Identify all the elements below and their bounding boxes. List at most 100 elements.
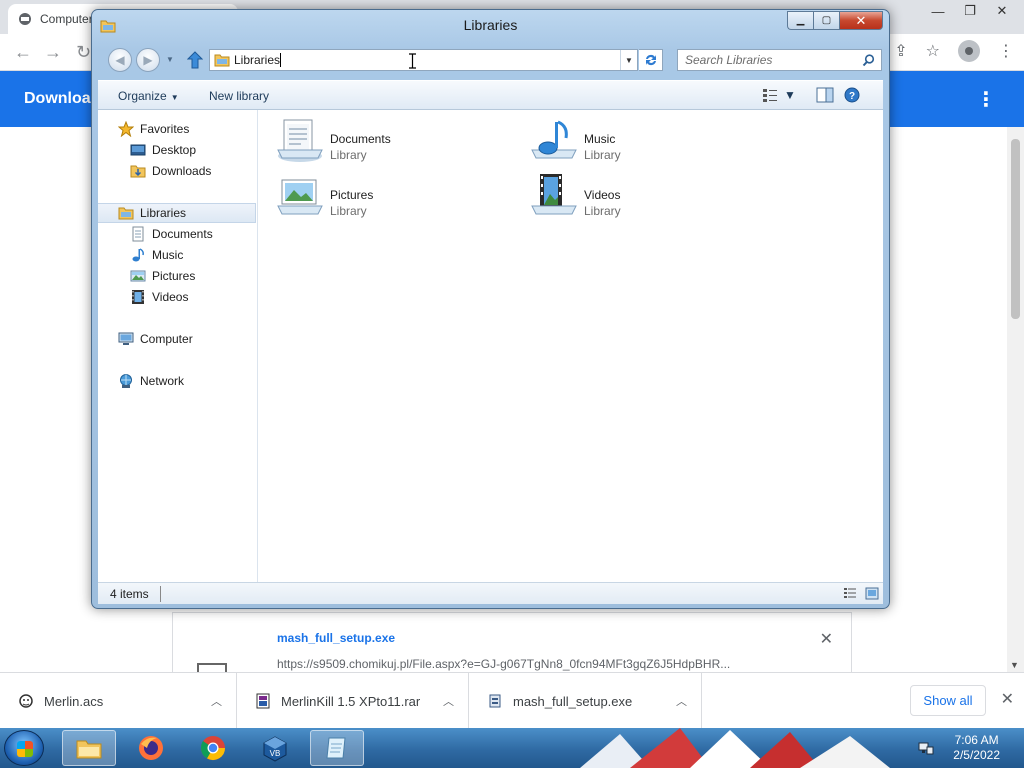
taskbar-chrome-button[interactable] xyxy=(186,730,240,766)
navigation-pane: Favorites Desktop Downloads Libraries Do… xyxy=(98,110,258,582)
command-bar: Organize ▼ New library ▼ ? xyxy=(98,80,883,110)
sidebar-item-network[interactable]: Network xyxy=(98,371,256,391)
system-tray: 7:06 AM 2/5/2022 xyxy=(906,728,1024,768)
recent-pages-dropdown-icon[interactable]: ▼ xyxy=(166,55,174,64)
library-name: Documents xyxy=(330,132,391,146)
taskbar-clock[interactable]: 7:06 AM 2/5/2022 xyxy=(953,733,1000,763)
taskbar-explorer-button[interactable] xyxy=(62,730,116,766)
chrome-minimize-button[interactable]: — xyxy=(922,0,954,22)
network-icon xyxy=(120,374,132,388)
explorer-window: Libraries ▁ ▢ ✕ ◀ ▶ ▼ Libraries ▼ Search… xyxy=(91,9,890,609)
chevron-up-icon[interactable]: ︿ xyxy=(676,693,687,709)
page-scrollbar[interactable]: ▼ xyxy=(1007,127,1024,672)
library-name: Music xyxy=(584,132,616,146)
preview-pane-icon[interactable] xyxy=(816,87,834,103)
installer-file-icon xyxy=(489,694,501,708)
bookmark-star-icon[interactable]: ☆ xyxy=(926,41,940,61)
back-arrow-icon[interactable]: ← xyxy=(14,42,32,63)
close-button[interactable]: ✕ xyxy=(839,11,883,30)
sidebar-item-label: Desktop xyxy=(152,143,197,157)
library-item-documents[interactable]: Documents Library xyxy=(276,116,516,166)
svg-text:?: ? xyxy=(849,91,855,102)
music-note-icon xyxy=(132,248,144,262)
library-name: Pictures xyxy=(330,188,374,202)
forward-arrow-icon[interactable]: → xyxy=(44,42,62,63)
taskbar-virtualbox-button[interactable]: VB xyxy=(248,730,302,766)
shelf-item-mash-setup[interactable]: mash_full_setup.exe ︿ xyxy=(469,673,702,729)
minimize-button[interactable]: ▁ xyxy=(787,11,813,30)
sidebar-item-documents[interactable]: Documents xyxy=(98,224,256,244)
sidebar-item-libraries[interactable]: Libraries xyxy=(98,203,256,223)
sidebar-item-desktop[interactable]: Desktop xyxy=(98,140,256,160)
download-card-url: https://s9509.chomikuj.pl/File.aspx?e=GJ… xyxy=(277,657,731,671)
sidebar-item-computer[interactable]: Computer xyxy=(98,329,256,349)
library-item-pictures[interactable]: Pictures Library xyxy=(276,172,516,222)
shelf-item-filename: MerlinKill 1.5 XPto11.rar xyxy=(281,693,421,709)
documents-icon xyxy=(132,226,144,242)
chevron-down-icon: ▼ xyxy=(170,93,179,102)
search-icon[interactable] xyxy=(862,54,875,67)
pictures-icon xyxy=(130,270,146,282)
shelf-item-filename: mash_full_setup.exe xyxy=(513,693,633,709)
view-options-dropdown-icon[interactable]: ▼ xyxy=(784,88,796,102)
star-icon xyxy=(118,121,134,137)
film-strip-icon xyxy=(132,290,144,304)
sidebar-item-downloads[interactable]: Downloads xyxy=(98,161,256,181)
maximize-button[interactable]: ▢ xyxy=(813,11,839,30)
chevron-up-icon[interactable]: ︿ xyxy=(211,693,222,709)
downloads-folder-icon xyxy=(130,165,146,178)
sidebar-item-label: Libraries xyxy=(140,206,187,220)
taskbar-firefox-button[interactable] xyxy=(124,730,178,766)
libraries-folder-icon xyxy=(214,54,230,67)
navigation-bar: ◀ ▶ ▼ Libraries ▼ Search Libraries xyxy=(92,46,889,76)
organize-button[interactable]: Organize ▼ xyxy=(118,89,179,103)
library-item-videos[interactable]: Videos Library xyxy=(530,172,770,222)
videos-library-icon xyxy=(531,174,577,215)
chrome-close-button[interactable]: ✕ xyxy=(986,0,1018,22)
up-arrow-icon[interactable] xyxy=(187,51,203,69)
sidebar-item-music[interactable]: Music xyxy=(98,245,256,265)
details-view-icon[interactable] xyxy=(843,587,857,600)
chrome-restore-button[interactable]: ❐ xyxy=(954,0,986,22)
chrome-window-controls: — ❐ ✕ xyxy=(922,0,1018,22)
download-card-remove-icon[interactable]: ✕ xyxy=(820,629,833,649)
refresh-button[interactable] xyxy=(639,49,663,71)
sidebar-item-label: Pictures xyxy=(152,269,196,283)
download-card-filename[interactable]: mash_full_setup.exe xyxy=(277,631,395,645)
large-icons-view-icon[interactable] xyxy=(865,587,879,600)
chevron-up-icon[interactable]: ︿ xyxy=(443,693,454,709)
forward-button[interactable]: ▶ xyxy=(136,48,160,72)
address-history-dropdown[interactable]: ▼ xyxy=(620,50,637,70)
address-bar[interactable]: Libraries ▼ xyxy=(209,49,638,71)
profile-avatar[interactable] xyxy=(958,40,980,62)
share-icon[interactable]: ⇪ xyxy=(894,41,907,61)
sidebar-item-videos[interactable]: Videos xyxy=(98,287,256,307)
scroll-down-arrow-icon[interactable]: ▼ xyxy=(1010,660,1019,670)
library-type: Library xyxy=(330,148,367,162)
sidebar-item-pictures[interactable]: Pictures xyxy=(98,266,256,286)
taskbar-notepad-button[interactable] xyxy=(310,730,364,766)
computer-icon xyxy=(118,332,134,345)
firefox-icon xyxy=(139,736,163,760)
start-button[interactable] xyxy=(4,730,44,766)
help-icon[interactable]: ? xyxy=(844,87,860,103)
chrome-menu-icon[interactable]: ⋮ xyxy=(998,41,1014,61)
library-item-music[interactable]: Music Library xyxy=(530,116,770,166)
network-tray-icon[interactable] xyxy=(918,740,934,756)
organize-label: Organize xyxy=(118,89,167,103)
sidebar-item-favorites[interactable]: Favorites xyxy=(98,119,256,139)
shelf-item-merlin-acs[interactable]: Merlin.acs ︿ xyxy=(0,673,237,729)
shelf-item-merlinkill-rar[interactable]: MerlinKill 1.5 XPto11.rar ︿ xyxy=(237,673,469,729)
show-all-button[interactable]: Show all xyxy=(910,685,986,716)
shelf-close-icon[interactable]: ✕ xyxy=(1001,689,1014,709)
downloads-more-icon[interactable]: ⋮ xyxy=(976,87,996,112)
scrollbar-thumb[interactable] xyxy=(1011,139,1020,319)
search-box[interactable]: Search Libraries xyxy=(677,49,882,71)
libraries-icon xyxy=(118,207,134,220)
status-bar: 4 items xyxy=(98,582,883,604)
change-view-icon[interactable] xyxy=(762,87,780,103)
new-library-button[interactable]: New library xyxy=(209,89,269,103)
reload-icon[interactable]: ↻ xyxy=(76,42,91,63)
text-caret xyxy=(280,53,282,67)
back-button[interactable]: ◀ xyxy=(108,48,132,72)
